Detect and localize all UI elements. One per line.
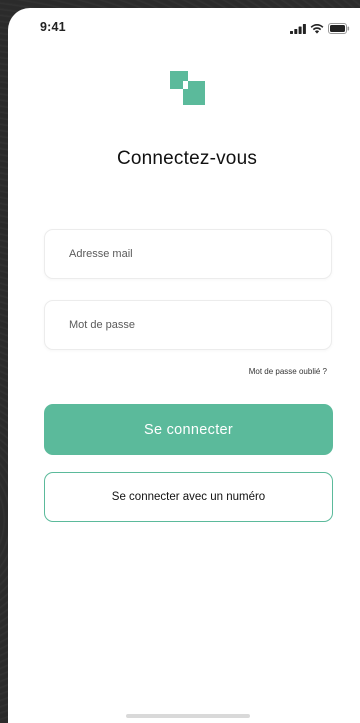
page-title: Connectez-vous: [116, 148, 258, 169]
login-button[interactable]: Se connecter: [44, 404, 333, 455]
password-field[interactable]: [44, 300, 332, 350]
status-icons: [290, 21, 350, 39]
email-input[interactable]: [45, 230, 331, 278]
status-time: 9:41: [40, 20, 66, 34]
status-bar: 9:41: [8, 8, 360, 48]
password-input[interactable]: [45, 301, 331, 349]
phone-screen: 9:41 Connectez-vous Adresse mail Mot de …: [8, 8, 360, 723]
battery-icon: [328, 21, 350, 39]
wifi-icon: [310, 21, 324, 39]
phone-login-button[interactable]: Se connecter avec un numéro: [44, 472, 333, 522]
forgot-password-link[interactable]: Mot de passe oublié ?: [44, 367, 327, 376]
email-field[interactable]: [44, 229, 332, 279]
stacked-squares-logo-icon: [170, 71, 206, 107]
signal-icon: [290, 21, 306, 39]
home-indicator: [126, 714, 250, 718]
